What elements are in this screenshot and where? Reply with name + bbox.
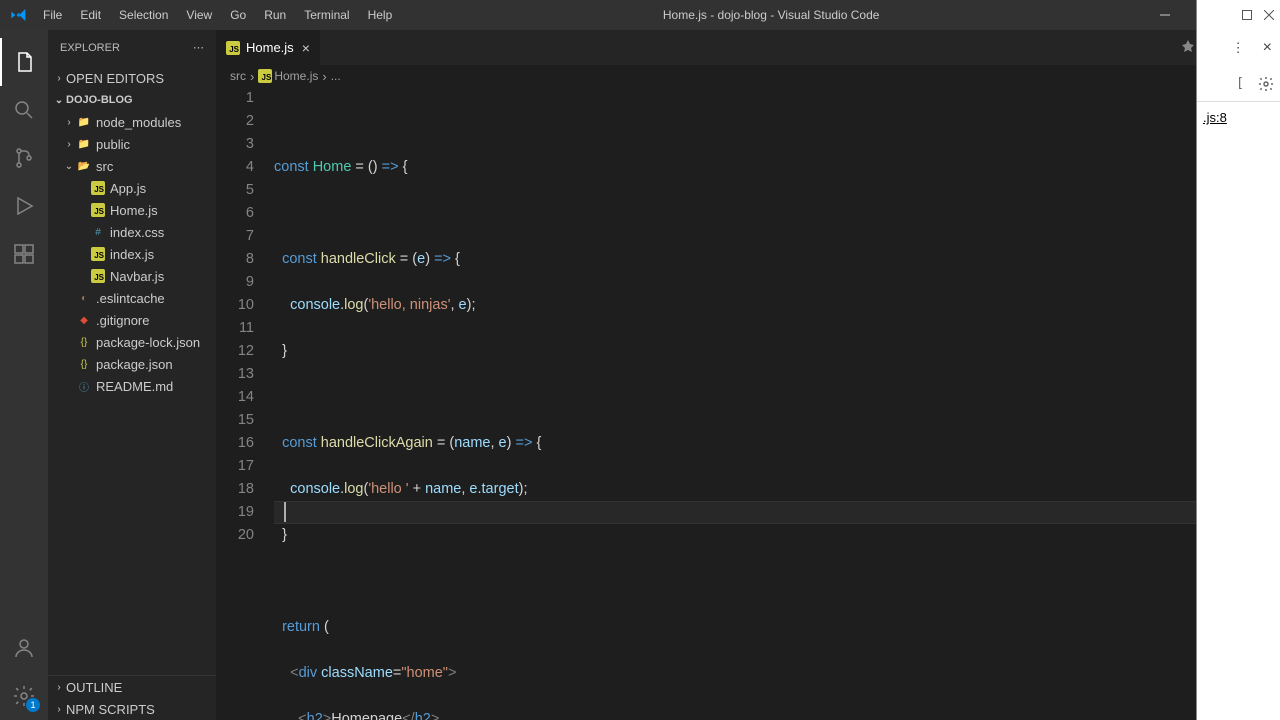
line-gutter: 12345 678910 1112131415 1617181920 — [216, 87, 274, 720]
background-window: ⋮ × [ .js:8 — [1196, 0, 1280, 720]
menu-terminal[interactable]: Terminal — [296, 4, 357, 26]
explorer-more-icon[interactable]: ⋯ — [193, 41, 204, 54]
project-root[interactable]: ⌄DOJO-BLOG — [48, 89, 216, 111]
file-index-css[interactable]: #index.css — [48, 221, 216, 243]
settings-gear-icon[interactable]: 1 — [0, 672, 48, 720]
minimize-button[interactable] — [1142, 0, 1188, 30]
bg-menu-dots-icon[interactable]: ⋮ — [1232, 40, 1245, 56]
bg-link[interactable]: .js:8 — [1203, 110, 1227, 125]
menu-go[interactable]: Go — [222, 4, 254, 26]
tab-close-icon[interactable]: × — [302, 40, 310, 56]
breadcrumb[interactable]: src› JS Home.js› ... — [216, 65, 1280, 87]
menu-edit[interactable]: Edit — [72, 4, 109, 26]
file-index-js[interactable]: JSindex.js — [48, 243, 216, 265]
file-package-json[interactable]: {}package.json — [48, 353, 216, 375]
vscode-logo-icon — [0, 7, 35, 23]
file-gitignore[interactable]: ◆.gitignore — [48, 309, 216, 331]
folder-public[interactable]: ›📁public — [48, 133, 216, 155]
extensions-icon[interactable] — [0, 230, 48, 278]
npm-scripts-section[interactable]: ›NPM SCRIPTS — [48, 698, 216, 720]
file-readme[interactable]: ⓘREADME.md — [48, 375, 216, 397]
menu-run[interactable]: Run — [256, 4, 294, 26]
bg-settings-icon[interactable] — [1258, 76, 1274, 92]
code-editor[interactable]: 12345 678910 1112131415 1617181920 const… — [216, 87, 1280, 720]
source-control-icon[interactable] — [0, 134, 48, 182]
code-content[interactable]: const Home = () => { const handleClick =… — [274, 87, 1280, 720]
tab-home-js[interactable]: JS Home.js × — [216, 30, 321, 65]
bg-maximize-icon[interactable] — [1242, 10, 1252, 20]
editor-tabs: JS Home.js × ⋯ — [216, 30, 1280, 65]
titlebar: File Edit Selection View Go Run Terminal… — [0, 0, 1280, 30]
bg-extension-icon[interactable] — [1180, 40, 1196, 56]
sidebar-explorer: EXPLORER ⋯ ›OPEN EDITORS ⌄DOJO-BLOG ›📁no… — [48, 30, 216, 720]
window-title: Home.js - dojo-blog - Visual Studio Code — [400, 8, 1142, 22]
accounts-icon[interactable] — [0, 624, 48, 672]
file-package-lock[interactable]: {}package-lock.json — [48, 331, 216, 353]
file-home-js[interactable]: JSHome.js — [48, 199, 216, 221]
menu-selection[interactable]: Selection — [111, 4, 176, 26]
file-eslintcache[interactable]: ◐.eslintcache — [48, 287, 216, 309]
menu-view[interactable]: View — [178, 4, 220, 26]
open-editors-section[interactable]: ›OPEN EDITORS — [48, 67, 216, 89]
menu-bar: File Edit Selection View Go Run Terminal… — [35, 4, 400, 26]
search-icon[interactable] — [0, 86, 48, 134]
activity-bar: 1 — [0, 30, 48, 720]
explorer-icon[interactable] — [0, 38, 48, 86]
outline-section[interactable]: ›OUTLINE — [48, 676, 216, 698]
folder-node-modules[interactable]: ›📁node_modules — [48, 111, 216, 133]
run-debug-icon[interactable] — [0, 182, 48, 230]
file-navbar-js[interactable]: JSNavbar.js — [48, 265, 216, 287]
bg-addr-bracket: [ — [1236, 76, 1244, 91]
menu-help[interactable]: Help — [360, 4, 401, 26]
file-app-js[interactable]: JSApp.js — [48, 177, 216, 199]
folder-src[interactable]: ⌄📂src — [48, 155, 216, 177]
bg-close-icon[interactable] — [1264, 10, 1274, 20]
menu-file[interactable]: File — [35, 4, 70, 26]
settings-badge: 1 — [26, 698, 40, 712]
bg-tab-close-icon[interactable]: × — [1263, 39, 1272, 57]
explorer-title: EXPLORER — [60, 42, 120, 54]
editor-area: JS Home.js × ⋯ src› JS Home.js› ... 1234… — [216, 30, 1280, 720]
